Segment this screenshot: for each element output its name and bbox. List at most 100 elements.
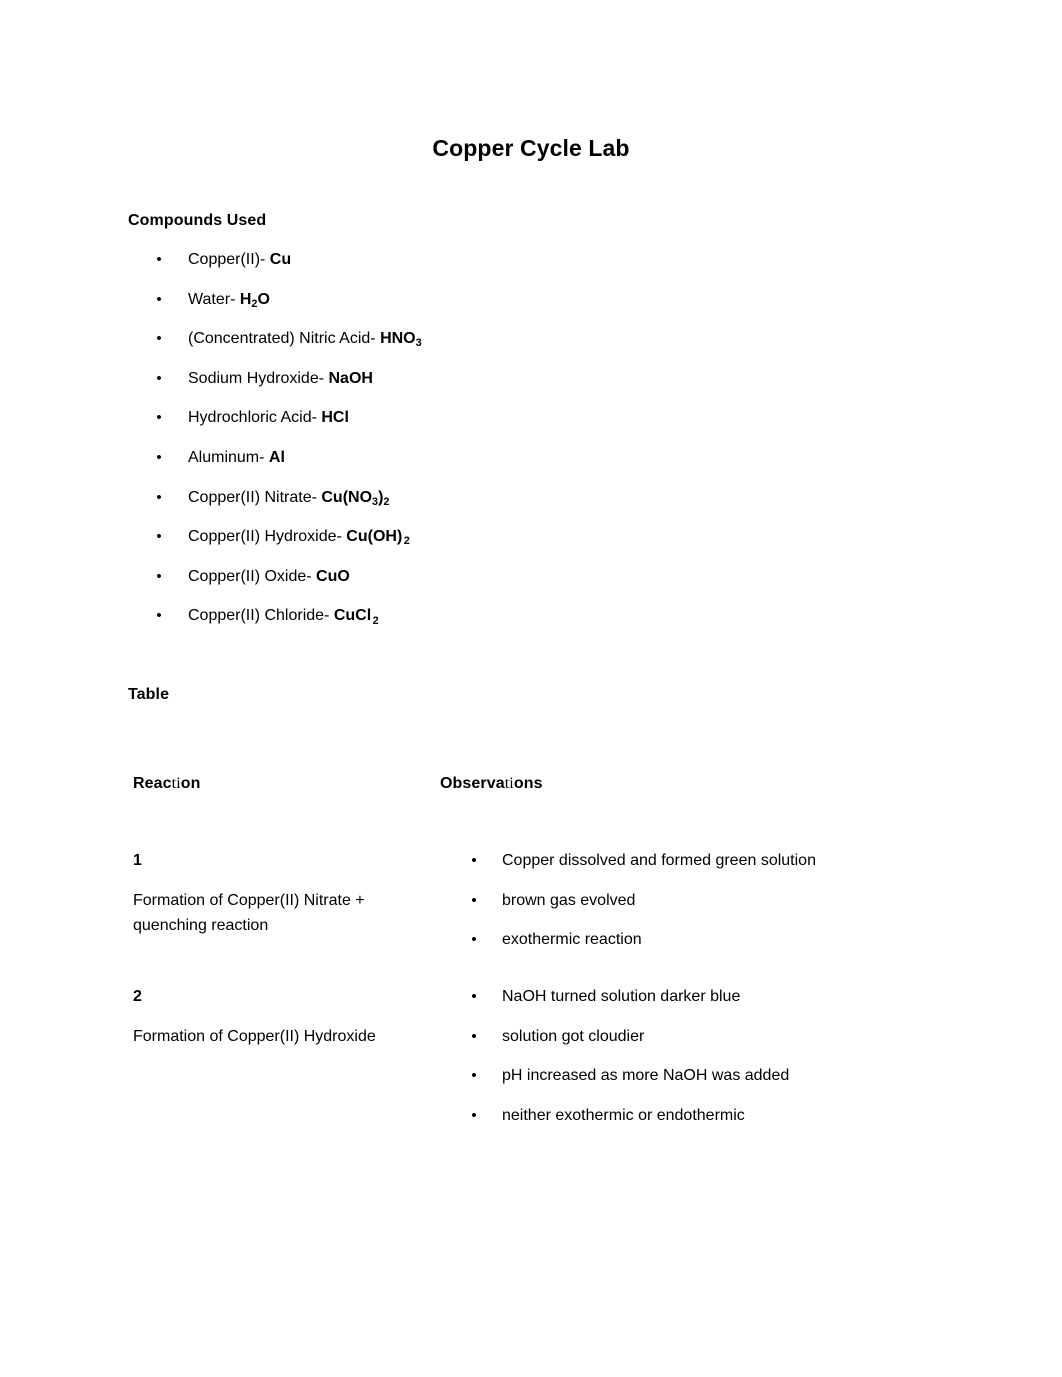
bullet-icon: •	[471, 1067, 477, 1085]
compound-list-item: • Copper(II)- Cu	[128, 249, 888, 289]
reaction-cell: 2 Formation of Copper(II) Hydroxide	[133, 986, 433, 1049]
observation-text: Copper dissolved and formed green soluti…	[502, 852, 816, 869]
bullet-icon: •	[156, 607, 162, 625]
table-row: 2 Formation of Copper(II) Hydroxide • NaOH …	[128, 986, 928, 1156]
bullet-icon: •	[156, 409, 162, 427]
bullet-icon: •	[156, 369, 162, 387]
compound-formula: HNO3	[380, 330, 422, 350]
observation-text: neither exothermic or endothermic	[502, 1106, 745, 1124]
observation-list-item: • neither exothermic or endothermic	[440, 1105, 920, 1145]
document-page: Copper Cycle Lab Compounds Used • Copper(…	[0, 0, 1062, 1377]
observation-list-item: • brown gas evolved	[440, 890, 920, 930]
observations-cell: • NaOH turned solution darker blue • soluti…	[440, 986, 920, 1144]
column-header-reaction: Reaction	[133, 775, 433, 793]
formula-subscript: 3	[415, 337, 422, 350]
reaction-description: Formation of Copper(II) Nitrate + quench…	[133, 892, 365, 934]
table-header-row: Reaction Observations	[128, 775, 928, 850]
formula-subscript: 2	[372, 614, 379, 627]
compound-formula: Al	[269, 449, 285, 466]
observation-list-item: • NaOH turned solution darker blue	[440, 986, 920, 1026]
observations-list: • NaOH turned solution darker blue • soluti…	[440, 986, 920, 1144]
bullet-icon: •	[471, 1027, 477, 1045]
observation-list-item: • Copper dissolved and formed green solut…	[440, 850, 920, 890]
observation-text: brown gas evolved	[502, 891, 636, 909]
formula-subscript: 2	[251, 297, 258, 310]
observation-text: NaOH turned solution darker blue	[502, 988, 741, 1005]
formula-main: CuO	[316, 567, 350, 585]
formula-main: Cu	[269, 251, 292, 268]
formula-main: HCl	[321, 409, 349, 427]
observation-text: solution got cloudier	[502, 1027, 645, 1045]
bullet-icon: •	[471, 891, 477, 909]
compound-list-item: • Copper(II) Oxide- CuO	[128, 566, 888, 606]
observation-text: exothermic reaction	[502, 931, 642, 949]
bullet-icon: •	[471, 852, 477, 869]
bullet-icon: •	[156, 488, 162, 506]
compound-name: Copper(II)-	[188, 251, 270, 268]
observations-cell: • Copper dissolved and formed green solut…	[440, 850, 920, 969]
compound-list-item: • Aluminum- Al	[128, 447, 888, 487]
compound-formula: NaOH	[329, 370, 373, 387]
section-heading-compounds-used: Compounds Used	[128, 212, 267, 229]
compound-list-item: • Copper(II) Hydroxide- Cu(OH) 2	[128, 526, 888, 566]
column-header-observations-text-b: ons	[513, 775, 543, 792]
column-header-observations-text-a: Observa	[440, 775, 505, 792]
compound-name: (Concentrated) Nitric Acid-	[188, 330, 381, 348]
observation-list-item: • pH increased as more NaOH was added	[440, 1065, 920, 1105]
bullet-icon: •	[156, 448, 162, 466]
compound-formula: CuCl 2	[333, 607, 379, 627]
compound-formula: Cu(OH) 2	[346, 528, 410, 548]
compound-formula: HCl	[321, 409, 349, 426]
formula-main: Cu(OH)	[346, 528, 403, 546]
compound-formula: Cu(NO3)2	[321, 488, 390, 508]
section-heading-table: Table	[128, 686, 170, 703]
formula-main: NaOH	[328, 369, 373, 387]
bullet-icon: •	[156, 567, 162, 585]
bullet-icon: •	[156, 290, 162, 308]
formula-main: H	[239, 290, 252, 308]
table-body: 1 Formation of Copper(II) Nitrate + quenc…	[128, 850, 928, 1156]
observation-text: pH increased as more NaOH was added	[502, 1067, 790, 1085]
compound-name: Copper(II) Oxide-	[188, 567, 317, 585]
table-row: 1 Formation of Copper(II) Nitrate + quenc…	[128, 850, 928, 986]
reaction-observations-table: Reaction Observations 1 Formation of Copp…	[128, 775, 928, 1156]
compound-list-item: • Copper(II) Nitrate- Cu(NO3)2	[128, 487, 888, 527]
column-header-reaction-text-b: on	[180, 775, 201, 792]
compound-name: Copper(II) Nitrate-	[188, 488, 322, 506]
observation-list-item: • exothermic reaction	[440, 929, 920, 969]
page-title: Copper Cycle Lab	[432, 135, 630, 162]
column-header-reaction-text-ti: ti	[171, 775, 181, 792]
bullet-icon: •	[471, 988, 477, 1005]
bullet-icon: •	[156, 330, 162, 348]
compound-name: Aluminum-	[188, 448, 269, 466]
bullet-icon: •	[471, 1106, 477, 1124]
formula-main: CuCl	[333, 607, 372, 625]
column-header-observations-text-ti: ti	[504, 775, 514, 792]
compound-name: Water-	[188, 290, 240, 308]
reaction-cell: 1 Formation of Copper(II) Nitrate + quenc…	[133, 850, 433, 938]
reaction-number: 1	[133, 852, 142, 869]
compound-name: Copper(II) Hydroxide-	[188, 528, 347, 546]
formula-subscript: 2	[403, 535, 410, 548]
compound-list-item: • Copper(II) Chloride- CuCl 2	[128, 605, 888, 645]
compounds-list: • Copper(II)- Cu • Water- H2O • (Concentrated…	[128, 249, 888, 645]
observations-list: • Copper dissolved and formed green solut…	[440, 850, 920, 969]
compound-list-item: • Hydrochloric Acid- HCl	[128, 407, 888, 447]
formula-main: HNO	[380, 330, 416, 348]
compound-name: Sodium Hydroxide-	[188, 369, 329, 387]
compound-name: Hydrochloric Acid-	[188, 409, 322, 427]
column-header-observations: Observations	[440, 775, 920, 793]
reaction-number: 2	[133, 988, 142, 1005]
formula-subscript: 3	[372, 495, 379, 508]
formula-main: Al	[268, 448, 285, 466]
bullet-icon: •	[471, 931, 477, 949]
bullet-icon: •	[156, 528, 162, 546]
formula-subscript: 2	[383, 495, 390, 508]
compound-list-item: • (Concentrated) Nitric Acid- HNO3	[128, 328, 888, 368]
bullet-icon: •	[156, 251, 162, 268]
formula-tail: O	[257, 290, 270, 308]
formula-main: Cu(NO	[321, 488, 373, 506]
compound-formula: CuO	[316, 568, 350, 585]
compound-list-item: • Water- H2O	[128, 289, 888, 329]
compound-formula: H2O	[239, 290, 270, 310]
